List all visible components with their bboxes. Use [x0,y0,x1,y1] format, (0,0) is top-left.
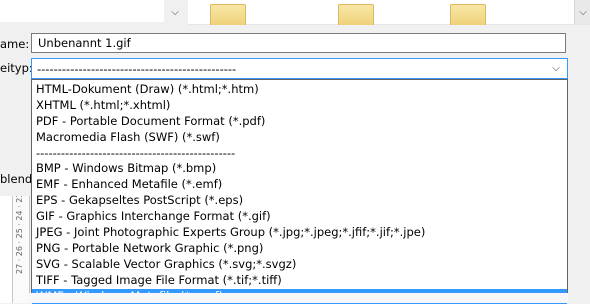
ruler-text: 27 · 26 · 25 · 24 · 23 [15,196,24,274]
chevron-down-icon[interactable]: ⌵ [548,60,564,77]
scroll-down-icon[interactable]: ⌵ [574,0,590,24]
dropdown-option[interactable]: EMF - Enhanced Metafile (*.emf) [32,177,567,193]
filetype-selected-value: ----------------------------------------… [37,62,237,76]
background-panel [568,79,590,303]
chevron-down-icon[interactable]: ⌵ [166,2,184,22]
vertical-ruler: 27 · 26 · 25 · 24 · 23 [12,196,30,303]
dropdown-option[interactable]: HTML-Dokument (Draw) (*.html;*.htm) [32,82,567,98]
filename-label: ame: [0,37,30,51]
dropdown-option[interactable]: SVG - Scalable Vector Graphics (*.svg;*.… [32,257,567,273]
filetype-select[interactable]: ----------------------------------------… [31,58,568,79]
folder-icon[interactable] [450,4,486,25]
dropdown-option[interactable]: PDF - Portable Document Format (*.pdf) [32,114,567,130]
dropdown-option[interactable]: PNG - Portable Network Graphic (*.png) [32,241,567,257]
file-list-area-left [0,0,164,22]
background-strip [28,293,568,303]
dropdown-option[interactable]: TIFF - Tagged Image File Format (*.tif;*… [32,273,567,289]
filetype-label: eityp: [0,61,33,75]
dropdown-separator[interactable]: ----------------------------------------… [32,146,567,162]
dropdown-option[interactable]: GIF - Graphics Interchange Format (*.gif… [32,209,567,225]
folder-icon[interactable] [338,4,374,25]
filename-value: Unbenannt 1.gif [38,36,131,50]
dropdown-option[interactable]: EPS - Gekapseltes PostScript (*.eps) [32,193,567,209]
file-list-area[interactable] [188,0,590,25]
dropdown-option[interactable]: JPEG - Joint Photographic Experts Group … [32,225,567,241]
filename-input[interactable]: Unbenannt 1.gif [31,33,566,53]
left-pane [0,196,12,303]
folder-icon[interactable] [210,4,246,25]
filetype-dropdown-list[interactable]: HTML-Dokument (Draw) (*.html;*.htm) XHTM… [31,79,568,304]
dropdown-option[interactable]: Macromedia Flash (SWF) (*.swf) [32,130,567,146]
dropdown-option[interactable]: XHTML (*.html;*.xhtml) [32,98,567,114]
dropdown-option[interactable]: BMP - Windows Bitmap (*.bmp) [32,161,567,177]
